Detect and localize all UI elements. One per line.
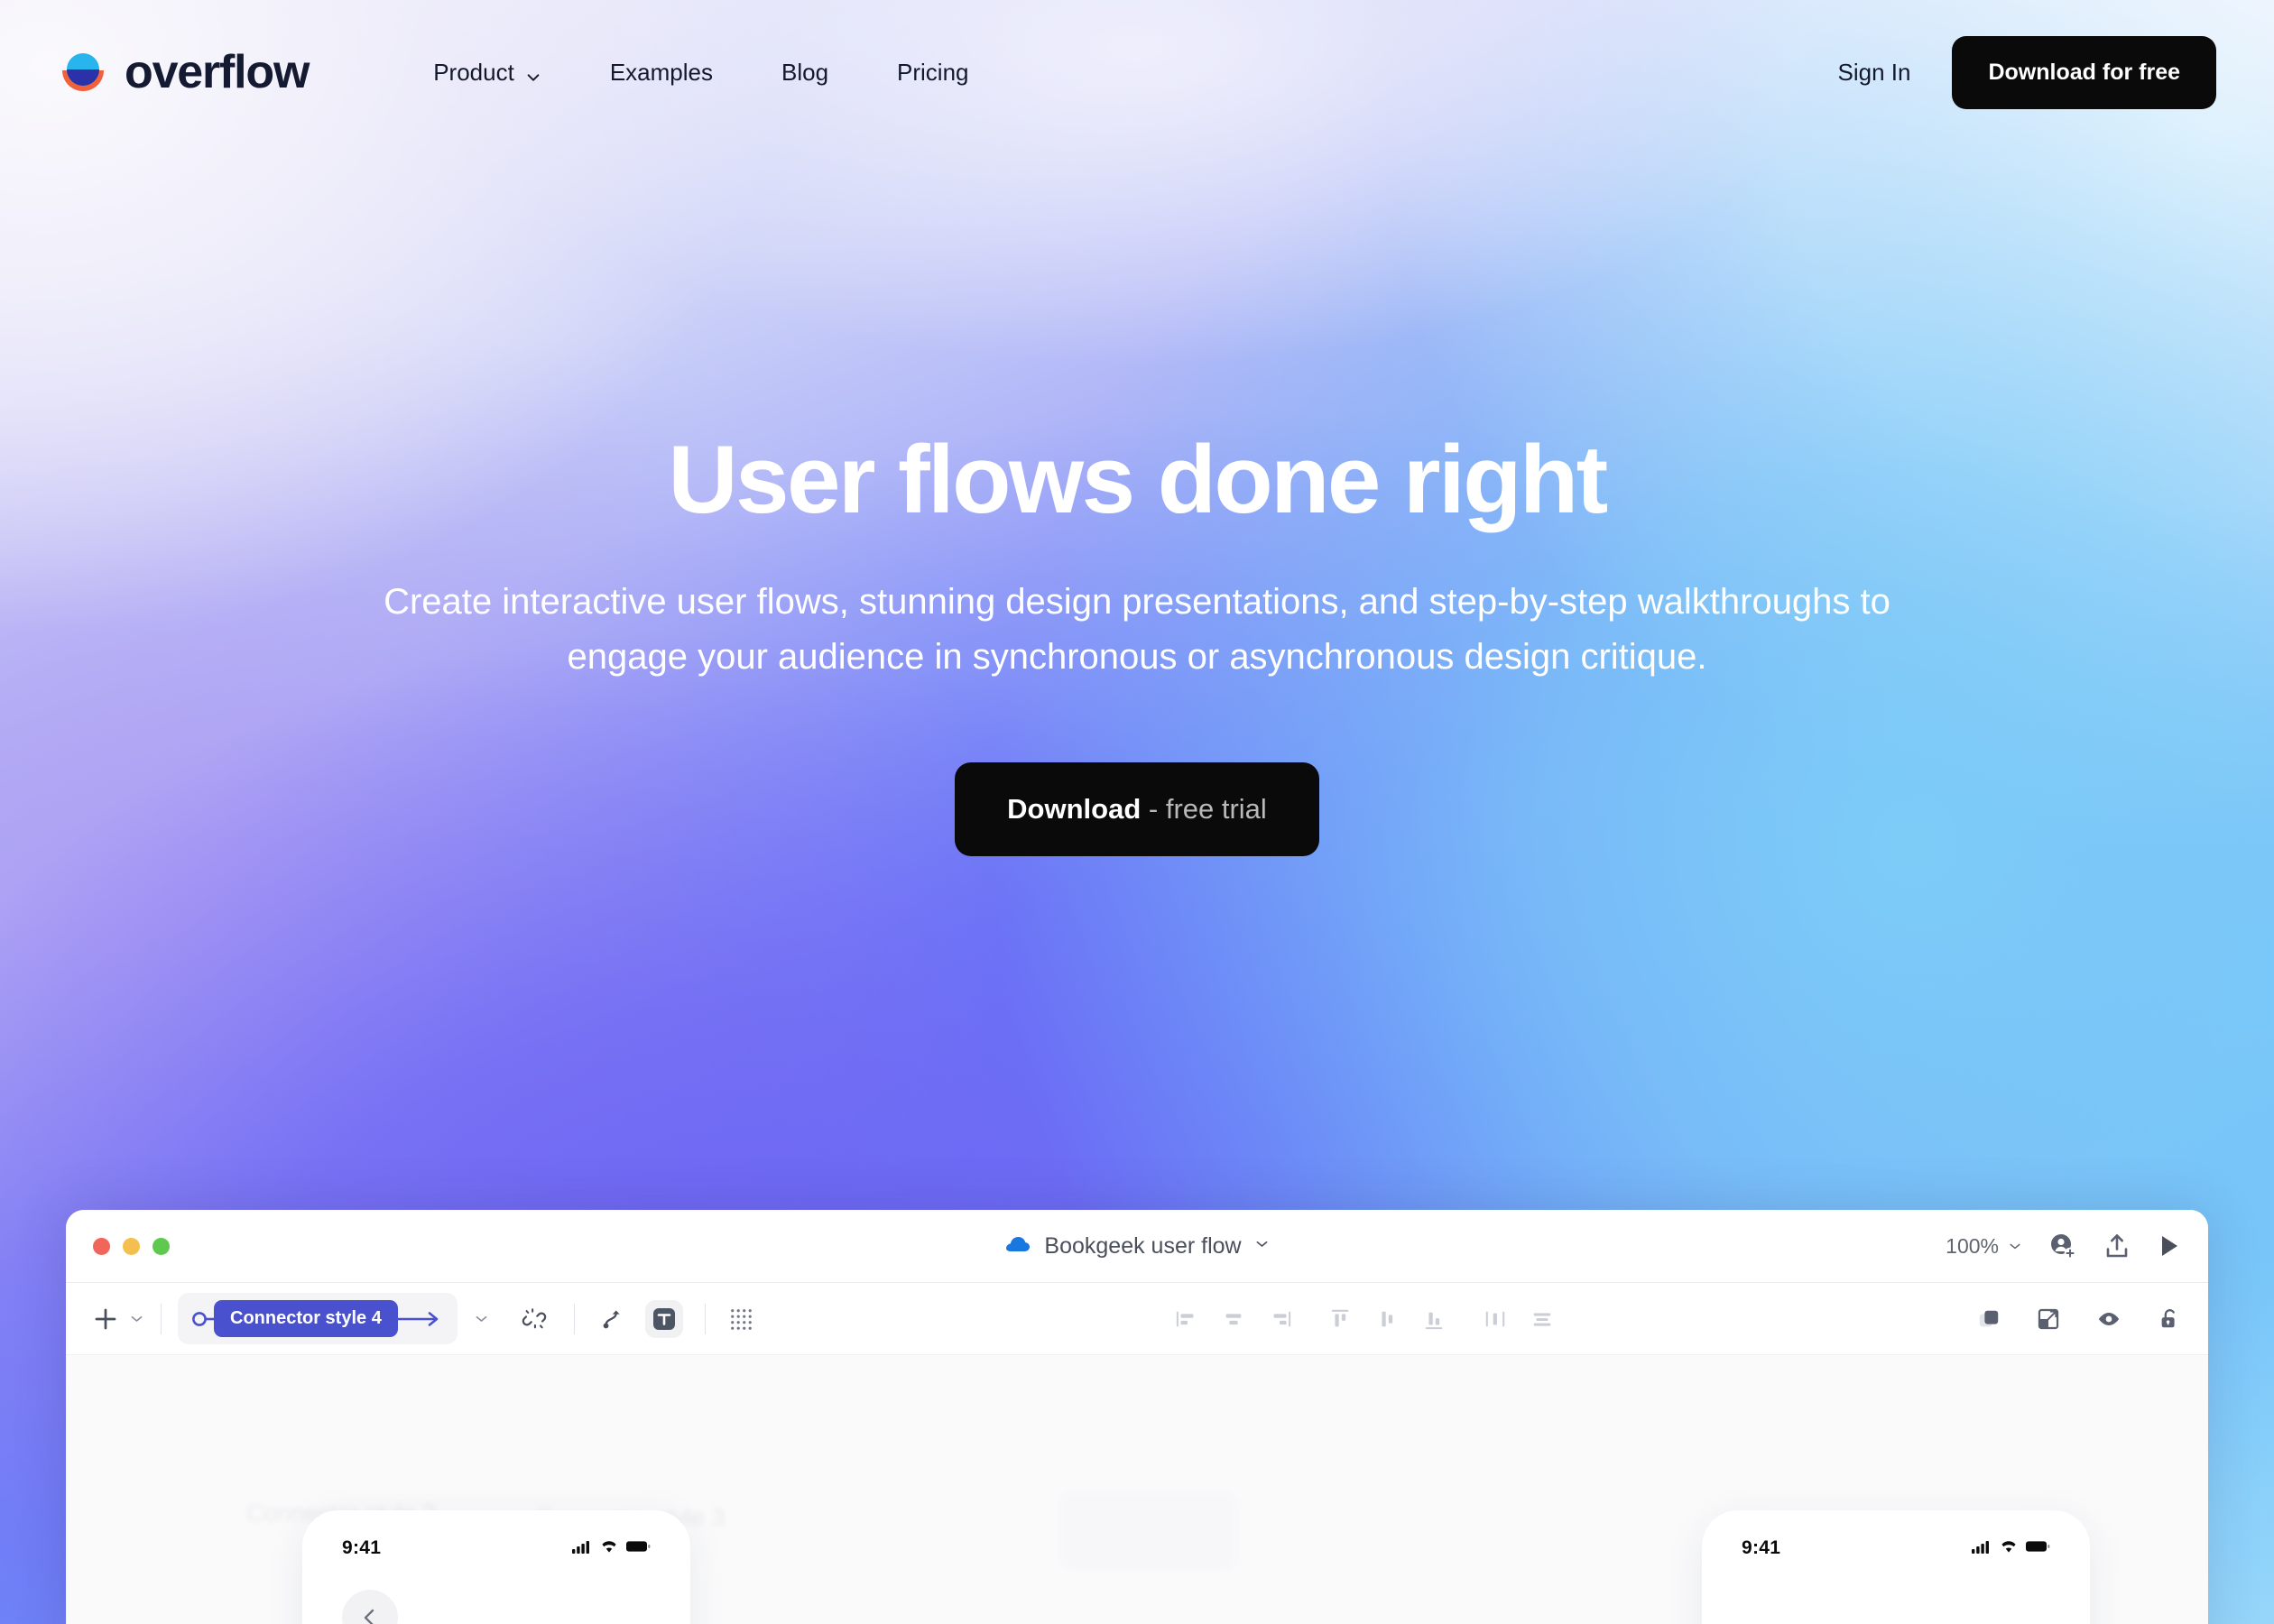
zoom-level-selector[interactable]: 100% [1946,1234,2022,1259]
connector-chevron-down-icon[interactable] [474,1311,489,1326]
zoom-level-value: 100% [1946,1233,1999,1258]
status-icons-2 [1972,1539,2050,1558]
align-top-icon[interactable] [1328,1307,1352,1331]
status-time-2: 9:41 [1742,1537,1781,1558]
download-label: Download [1007,792,1142,825]
nav-item-blog[interactable]: Blog [747,59,863,87]
phone-mockup-2[interactable]: 9:41 [1702,1510,2090,1624]
connector-end-arrow-icon [397,1311,439,1326]
status-icons-1 [572,1539,651,1558]
nav-item-pricing-label: Pricing [897,58,969,86]
brand-name: overflow [125,46,310,98]
maximize-window-button[interactable] [153,1237,170,1255]
document-title-group: Bookgeek user flow [66,1210,2208,1282]
nav-links: Product Examples Blog Pricing [399,59,1003,87]
connector-style-selector[interactable]: Connector style 4 [178,1293,458,1344]
close-window-button[interactable] [93,1237,110,1255]
top-navigation-bar: overflow Product Examples Blog Pricing S… [0,0,2274,144]
add-element-chevron-down-icon[interactable] [129,1311,144,1326]
free-trial-label: - free trial [1141,792,1267,825]
cloud-icon [1004,1235,1031,1258]
align-middle-vertical-icon[interactable] [1375,1307,1399,1331]
nav-item-product[interactable]: Product [399,59,576,87]
brand-logo-link[interactable]: overflow [58,45,310,99]
zoom-chevron-down-icon [2008,1234,2022,1259]
titlebar-actions: 100% [1946,1232,2181,1260]
signal-bars-icon [572,1539,592,1558]
download-for-free-button[interactable]: Download for free [1952,35,2216,109]
grid-pattern-icon[interactable] [729,1307,753,1331]
unlock-padlock-icon[interactable] [2158,1307,2181,1331]
app-toolbar: Connector style 4 [66,1283,2208,1355]
document-chevron-down-icon[interactable] [1254,1236,1270,1256]
nav-item-examples[interactable]: Examples [576,59,747,87]
align-center-horizontal-icon[interactable] [1222,1307,1245,1331]
ghost-shape-2 [1058,1490,1239,1572]
resize-expand-icon[interactable] [2037,1307,2060,1331]
download-free-trial-button[interactable]: Download - free trial [955,761,1319,856]
toolbar-divider-3 [704,1303,706,1334]
overflow-logo-icon [58,47,108,97]
share-upload-icon[interactable] [2103,1232,2131,1260]
window-controls [93,1237,170,1255]
hero-headline: User flows done right [668,425,1608,533]
connector-style-label: Connector style 4 [214,1300,398,1337]
add-element-button[interactable] [93,1306,118,1332]
distribute-horizontal-icon[interactable] [1484,1307,1507,1331]
distribute-vertical-icon[interactable] [1530,1307,1554,1331]
phone-screen-1: 9:41 [315,1523,678,1624]
battery-icon [626,1540,651,1557]
view-tools-group [1977,1307,2181,1331]
minimize-window-button[interactable] [123,1237,140,1255]
play-present-icon[interactable] [2158,1233,2181,1259]
phone-back-button-1[interactable] [342,1590,398,1624]
toolbar-divider [161,1303,162,1334]
nav-item-pricing[interactable]: Pricing [863,59,1003,87]
battery-icon [2026,1540,2050,1557]
alignment-tools-group [1175,1307,1554,1331]
wifi-icon [600,1539,618,1558]
toolbar-divider-2 [573,1303,575,1334]
app-titlebar: Bookgeek user flow 100% [66,1210,2208,1283]
wifi-icon [2000,1539,2018,1558]
app-window-mockup: Bookgeek user flow 100% Connector style … [66,1210,2208,1624]
nav-item-product-label: Product [433,58,514,86]
align-left-icon[interactable] [1175,1307,1198,1331]
hero-subheadline: Create interactive user flows, stunning … [384,582,1890,677]
nav-item-blog-label: Blog [781,58,829,86]
phone-mockup-1[interactable]: 9:41 [302,1510,690,1624]
broken-link-icon[interactable] [522,1306,547,1332]
document-name[interactable]: Bookgeek user flow [1044,1233,1241,1260]
duplicate-layers-icon[interactable] [1977,1307,2001,1331]
status-time-1: 9:41 [342,1537,382,1558]
signal-bars-icon [1972,1539,1992,1558]
text-tool-icon[interactable] [644,1299,683,1338]
nav-item-examples-label: Examples [609,58,713,86]
align-right-icon[interactable] [1269,1307,1292,1331]
phone-status-bar-2: 9:41 [1715,1523,2077,1559]
connector-start-circle-icon [192,1311,214,1326]
phone-screen-2: 9:41 [1715,1523,2077,1624]
landing-page: overflow Product Examples Blog Pricing S… [0,0,2274,1624]
chevron-down-icon [525,64,541,81]
align-bottom-icon[interactable] [1422,1307,1446,1331]
nav-actions: Sign In Download for free [1797,35,2216,109]
phone-status-bar-1: 9:41 [315,1523,678,1559]
add-collaborator-icon[interactable] [2049,1232,2076,1260]
curved-path-icon[interactable] [600,1306,625,1332]
visibility-eye-icon[interactable] [2096,1307,2121,1331]
sign-in-link[interactable]: Sign In [1797,59,1953,87]
app-canvas[interactable]: Connector style 2 Connector style 3 Conn… [66,1355,2208,1624]
